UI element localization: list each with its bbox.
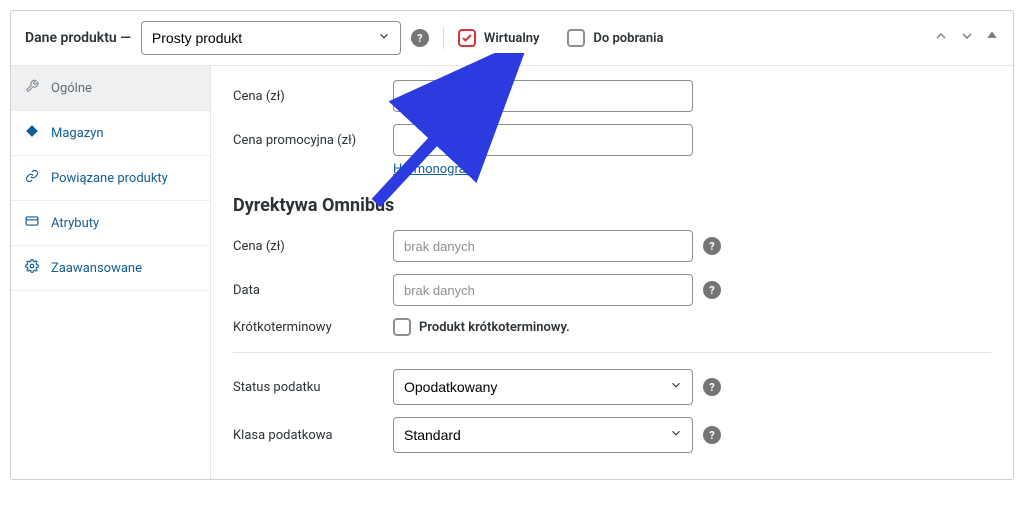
heading-omnibus: Dyrektywa Omnibus (233, 195, 991, 216)
separator (233, 352, 991, 353)
panel-controls (933, 28, 999, 48)
help-icon[interactable]: ? (703, 237, 721, 255)
product-type-select[interactable]: Prosty produkt (141, 21, 401, 55)
sidebar-item-label: Powiązane produkty (51, 171, 168, 186)
downloadable-checkbox[interactable]: Do pobrania (567, 29, 663, 47)
product-data-panel: Dane produktu — Prosty produkt ? Wirtual… (10, 10, 1014, 480)
help-icon[interactable]: ? (411, 29, 429, 47)
input-sale-price[interactable] (393, 124, 693, 156)
checkbox-checked-icon (458, 29, 476, 47)
link-icon (25, 169, 41, 187)
sidebar-item-label: Ogólne (51, 81, 92, 96)
row-sale-price: Cena promocyjna (zł) (233, 124, 991, 156)
checkbox-unchecked-icon (567, 29, 585, 47)
checkbox-unchecked-icon (393, 318, 411, 336)
card-icon (25, 214, 41, 232)
input-regular-price[interactable] (393, 80, 693, 112)
label-tax-status: Status podatku (233, 380, 393, 395)
sidebar-item-label: Atrybuty (51, 216, 99, 231)
label-sale-price: Cena promocyjna (zł) (233, 133, 393, 148)
input-omnibus-price[interactable] (393, 230, 693, 262)
shortterm-checkbox[interactable]: Produkt krótkoterminowy. (393, 318, 570, 336)
content-area: Cena (zł) Cena promocyjna (zł) Harmonogr… (211, 66, 1013, 479)
row-omnibus-shortterm: Krótkoterminowy Produkt krótkoterminowy. (233, 318, 991, 336)
chevron-up-icon[interactable] (933, 28, 949, 48)
sidebar-item-inventory[interactable]: Magazyn (11, 111, 210, 156)
input-omnibus-date[interactable] (393, 274, 693, 306)
row-omnibus-price: Cena (zł) ? (233, 230, 991, 262)
panel-header: Dane produktu — Prosty produkt ? Wirtual… (11, 11, 1013, 66)
divider (443, 27, 444, 49)
label-shortterm: Krótkoterminowy (233, 320, 393, 335)
sidebar-item-general[interactable]: Ogólne (11, 66, 210, 111)
diamond-icon (25, 124, 41, 142)
help-icon[interactable]: ? (703, 281, 721, 299)
sidebar: Ogólne Magazyn Powiązane produkty Atrybu… (11, 66, 211, 479)
shortterm-checkbox-label: Produkt krótkoterminowy. (419, 320, 570, 335)
sidebar-item-label: Magazyn (51, 126, 104, 141)
label-regular-price: Cena (zł) (233, 89, 393, 104)
label-omnibus-date: Data (233, 283, 393, 298)
row-omnibus-date: Data ? (233, 274, 991, 306)
virtual-label: Wirtualny (484, 31, 540, 46)
panel-title: Dane produktu — (25, 30, 131, 46)
chevron-down-icon[interactable] (959, 28, 975, 48)
virtual-checkbox[interactable]: Wirtualny (458, 29, 540, 47)
schedule-link[interactable]: Harmonogram (393, 162, 477, 177)
row-tax-class: Klasa podatkowa Standard ? (233, 417, 991, 453)
row-tax-status: Status podatku Opodatkowany ? (233, 369, 991, 405)
sidebar-item-linked[interactable]: Powiązane produkty (11, 156, 210, 201)
gear-icon (25, 259, 41, 277)
label-omnibus-price: Cena (zł) (233, 239, 393, 254)
select-tax-class[interactable]: Standard (393, 417, 693, 453)
sidebar-item-advanced[interactable]: Zaawansowane (11, 246, 210, 291)
sidebar-item-label: Zaawansowane (51, 261, 142, 276)
sidebar-item-attributes[interactable]: Atrybuty (11, 201, 210, 246)
help-icon[interactable]: ? (703, 426, 721, 444)
wrench-icon (25, 79, 41, 97)
help-icon[interactable]: ? (703, 378, 721, 396)
triangle-up-icon[interactable] (985, 28, 999, 48)
downloadable-label: Do pobrania (593, 31, 663, 46)
label-tax-class: Klasa podatkowa (233, 428, 393, 443)
row-regular-price: Cena (zł) (233, 80, 991, 112)
select-tax-status[interactable]: Opodatkowany (393, 369, 693, 405)
